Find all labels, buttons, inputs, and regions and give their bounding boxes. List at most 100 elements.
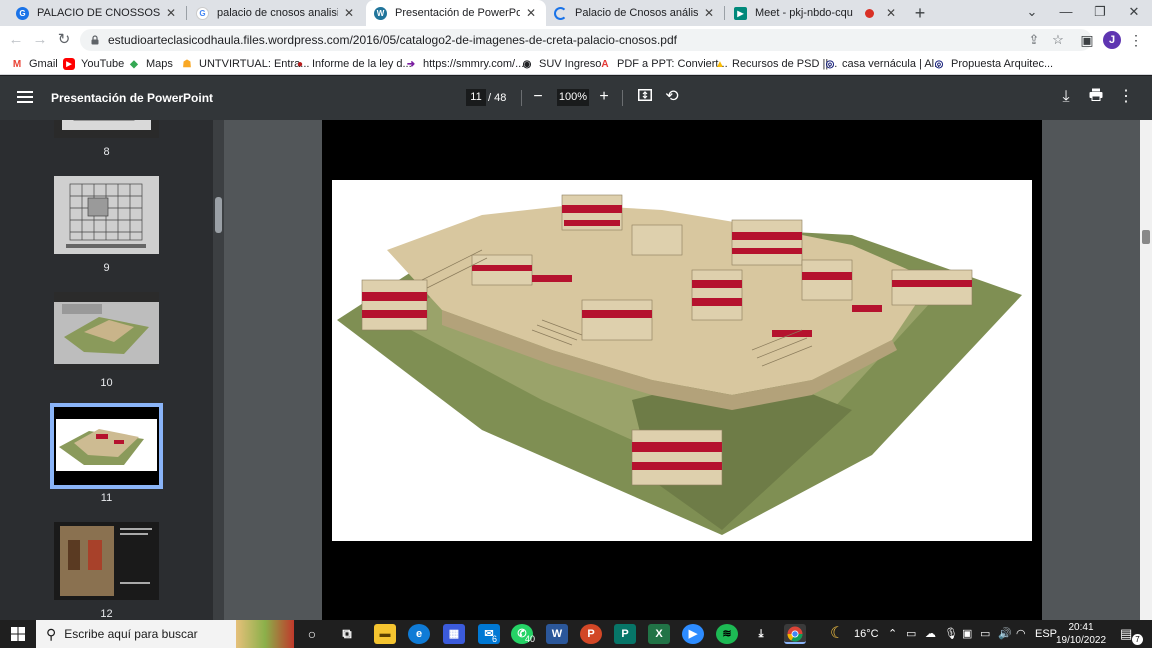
sidebar-scrollbar[interactable] [213, 120, 224, 620]
edge-icon[interactable]: e [408, 624, 430, 644]
store-icon[interactable]: ▦ [443, 624, 465, 644]
bookmark-untvirtual[interactable]: ☗ UNTVIRTUAL: Entra... [181, 54, 310, 74]
zoom-level[interactable]: 100% [557, 89, 589, 106]
bookmark-gmail[interactable]: M Gmail [11, 54, 58, 74]
bookmark-smmry[interactable]: ➜ https://smmry.com/... [405, 54, 524, 74]
tab-search-chevron-icon[interactable]: ⌄ [1015, 0, 1049, 26]
weather-moon-icon[interactable]: ☾ [830, 620, 844, 648]
close-icon[interactable]: ✕ [884, 6, 898, 20]
bookmark-label: YouTube [81, 58, 125, 70]
windows-start-icon[interactable] [11, 627, 25, 641]
menu-kebab-icon[interactable]: ⋮ [1125, 26, 1147, 54]
fit-page-icon[interactable] [635, 87, 655, 107]
onedrive-icon[interactable]: ☁ [925, 620, 936, 648]
document-scrollbar[interactable] [1140, 120, 1152, 620]
bookmark-label: Gmail [29, 58, 58, 70]
bookmark-label: https://smmry.com/... [423, 58, 525, 70]
avatar[interactable]: J [1103, 31, 1121, 49]
close-window-button[interactable]: ✕ [1117, 0, 1151, 26]
tab-meet[interactable]: ▶ Meet - pkj-nbdo-cqu ✕ [726, 0, 906, 26]
thumbnail-label: 12 [100, 608, 113, 620]
share-icon[interactable]: ⇪ [1024, 29, 1044, 51]
bookmark-label: Informe de la ley d... [312, 58, 412, 70]
document-title: Presentación de PowerPoint [51, 91, 214, 105]
camera-icon[interactable]: ▣ [962, 620, 972, 648]
tab-classroom[interactable]: G PALACIO DE CNOSSOS - GRUPO ✕ [8, 0, 186, 26]
thumbnail-page-8[interactable] [54, 120, 159, 138]
bookmark-label: Propuesta Arquitec... [951, 58, 1054, 70]
thumbnail-page-12[interactable] [54, 522, 159, 600]
bookmark-recursos-psd[interactable]: ▲ Recursos de PSD ||... [714, 54, 837, 74]
meet-icon: ▶ [734, 6, 747, 20]
bookmark-youtube[interactable]: ▶ YouTube [63, 54, 124, 74]
cortana-icon[interactable]: ○ [301, 624, 323, 644]
notifications-icon[interactable]: ▤ [1120, 620, 1132, 648]
powerpoint-icon[interactable]: P [580, 624, 602, 644]
tab-title: Presentación de PowerPoint [395, 7, 520, 19]
task-view-icon[interactable]: ⧉ [336, 624, 358, 644]
side-panel-icon[interactable]: ▣ [1076, 26, 1098, 54]
zoom-out-button[interactable]: − [528, 87, 548, 107]
bookmarks-bar: M Gmail ▶ YouTube ◆ Maps ☗ UNTVIRTUAL: E… [0, 54, 1152, 75]
page-number-input[interactable]: 11 [466, 89, 486, 106]
close-icon[interactable]: ✕ [702, 6, 716, 20]
forward-button[interactable]: → [28, 26, 52, 54]
microphone-icon[interactable]: 🎙 [944, 620, 958, 648]
volume-icon[interactable]: 🔊 [998, 620, 1012, 648]
bookmark-casa-vernacula[interactable]: ◎ casa vernácula | Al... [824, 54, 944, 74]
word-icon[interactable]: W [546, 624, 568, 644]
address-bar[interactable]: estudioarteclasicodhaula.files.wordpress… [80, 29, 1092, 51]
zoom-in-button[interactable]: + [594, 87, 614, 107]
clock[interactable]: 20:41 19/10/2022 [1054, 620, 1108, 647]
taskbar-search[interactable]: ⚲ Escribe aquí para buscar [36, 620, 294, 648]
tab-title: palacio de cnosos analisis - Búsq [217, 7, 338, 19]
wifi-icon[interactable]: ◠ [1016, 620, 1026, 648]
lock-icon [91, 35, 99, 45]
notifications-badge: 7 [1132, 634, 1143, 645]
more-options-icon[interactable]: ⋮ [1116, 87, 1136, 107]
chrome-icon[interactable] [784, 624, 806, 644]
bookmark-suv[interactable]: ◉ SUV Ingreso [521, 54, 602, 74]
tab-palacio-analisis[interactable]: Palacio de Cnosos análisis arquit ✕ [546, 0, 724, 26]
search-highlight-image [236, 620, 294, 648]
gmail-icon: M [12, 58, 22, 70]
spotify-icon[interactable]: ≋ [716, 624, 738, 644]
weather-temperature[interactable]: 16°C [854, 620, 879, 648]
terminal-icon[interactable]: ⤓ [750, 624, 772, 644]
bookmark-propuesta[interactable]: ◎ Propuesta Arquitec... [933, 54, 1054, 74]
bookmark-pdf-ppt[interactable]: A PDF a PPT: Conviert... [599, 54, 727, 74]
print-icon[interactable] [1086, 87, 1106, 107]
excel-icon[interactable]: X [648, 624, 670, 644]
reload-button[interactable]: ↻ [52, 26, 76, 54]
bookmark-star-icon[interactable]: ☆ [1048, 29, 1068, 51]
wordpress-icon: W [374, 6, 387, 20]
project-icon[interactable]: P [614, 624, 636, 644]
tab-google-search[interactable]: G palacio de cnosos analisis - Búsq ✕ [188, 0, 364, 26]
thumbnail-page-9[interactable] [54, 176, 159, 254]
loading-icon [554, 6, 567, 20]
file-explorer-icon[interactable]: ▬ [374, 624, 396, 644]
close-icon[interactable]: ✕ [342, 6, 356, 20]
close-icon[interactable]: ✕ [164, 6, 178, 20]
chevron-up-icon[interactable]: ⌃ [888, 620, 897, 648]
restore-button[interactable]: ❐ [1083, 0, 1117, 26]
sidebar-scroll-thumb[interactable] [215, 197, 222, 233]
battery-icon[interactable]: ▭ [980, 620, 990, 648]
download-icon[interactable]: ⤓ [1056, 87, 1076, 107]
minimize-button[interactable]: — [1049, 0, 1083, 26]
tab-divider [724, 6, 725, 20]
thumbnail-page-11[interactable] [50, 403, 163, 489]
document-scroll-thumb[interactable] [1142, 230, 1150, 244]
bookmark-informe[interactable]: ● Informe de la ley d... [294, 54, 412, 74]
back-button[interactable]: ← [4, 26, 28, 54]
thumbnail-page-10[interactable] [54, 292, 159, 370]
meet-tray-icon[interactable]: ▭ [906, 620, 916, 648]
zoom-icon[interactable]: ▶ [682, 624, 704, 644]
bookmark-maps[interactable]: ◆ Maps [128, 54, 173, 74]
close-icon[interactable]: ✕ [524, 6, 538, 20]
menu-icon[interactable] [17, 91, 33, 105]
tab-powerpoint-pdf[interactable]: W Presentación de PowerPoint ✕ [366, 0, 546, 26]
thumbnail-sidebar: 8 9 10 11 12 [0, 120, 213, 620]
new-tab-button[interactable]: + [910, 2, 930, 24]
rotate-icon[interactable]: ⟲ [662, 87, 682, 107]
